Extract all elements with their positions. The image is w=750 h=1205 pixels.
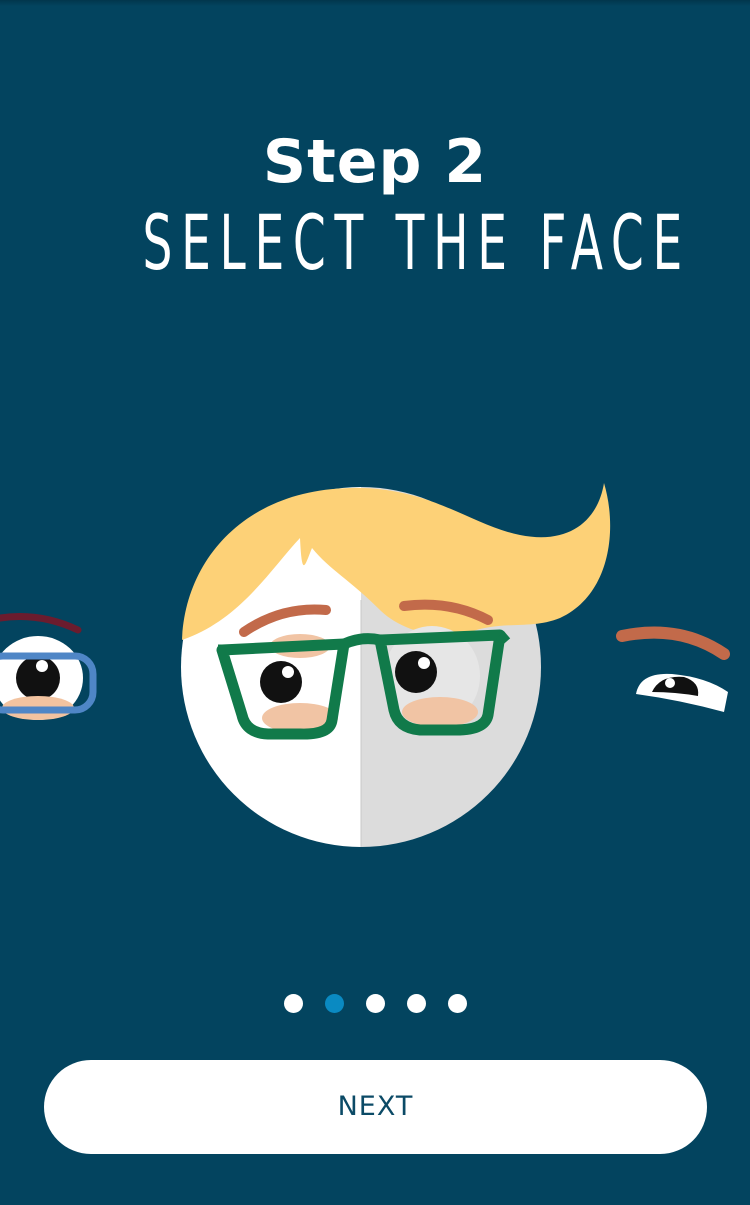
next-face-glint xyxy=(665,678,675,688)
page-indicator xyxy=(0,994,750,1013)
previous-face[interactable] xyxy=(0,613,97,721)
previous-face-eyebrow xyxy=(0,613,82,634)
status-bar-shadow xyxy=(0,0,750,6)
step-instruction: SELECT THE FACE xyxy=(142,198,691,287)
selected-face[interactable] xyxy=(181,483,611,847)
next-face[interactable] xyxy=(616,626,730,712)
page-dot-3[interactable] xyxy=(365,994,385,1013)
left-pupil-glint xyxy=(282,666,294,678)
page-dot-2-active[interactable] xyxy=(324,994,344,1013)
right-pupil-glint xyxy=(418,657,430,669)
previous-face-eye-glint xyxy=(36,660,48,672)
face-carousel[interactable] xyxy=(0,470,750,870)
left-pupil xyxy=(260,661,302,703)
page-dot-5[interactable] xyxy=(447,994,467,1013)
next-face-eyebrow xyxy=(616,626,730,660)
right-cheek xyxy=(402,697,478,727)
page-dot-1[interactable] xyxy=(283,994,303,1013)
page-dot-4[interactable] xyxy=(406,994,426,1013)
next-button[interactable]: NEXT xyxy=(44,1060,707,1154)
right-pupil xyxy=(395,651,437,693)
